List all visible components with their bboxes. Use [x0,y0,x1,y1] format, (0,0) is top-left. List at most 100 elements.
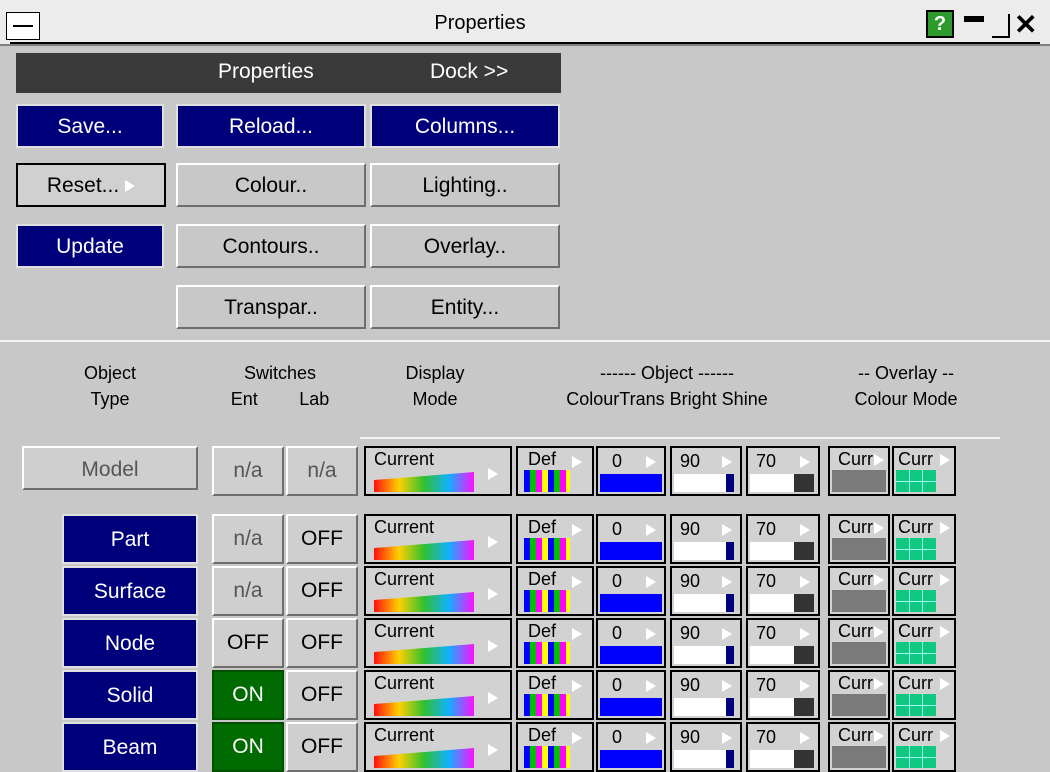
columns-button[interactable]: Columns... [370,104,560,148]
reset-button[interactable]: Reset... [16,163,166,207]
type-node-button[interactable]: Node [62,618,198,668]
object-colour-control[interactable]: Def [516,514,594,564]
dropdown-arrow-icon [488,536,498,548]
display-mode-control[interactable]: Current [364,514,512,564]
minimize-icon[interactable] [962,12,986,38]
lab-switch[interactable]: OFF [286,566,358,616]
section-divider [0,340,1050,342]
dropdown-arrow-icon [722,628,732,640]
type-solid-button[interactable]: Solid [62,670,198,720]
transparency-control[interactable]: 0 [596,446,666,496]
brightness-control[interactable]: 90 [670,722,742,772]
ent-switch[interactable]: ON [212,670,284,720]
dropdown-arrow-icon [800,732,810,744]
switches-subheader: Ent Lab [210,386,350,412]
dropdown-arrow-icon [940,730,950,742]
overlay-colour-label: Curr [838,517,873,537]
brightness-control[interactable]: 90 [670,446,742,496]
overlay-mode-control[interactable]: Curr [892,514,956,564]
overlay-colour-control[interactable]: Curr [828,446,890,496]
overlay-colour-swatch [832,470,886,492]
update-button[interactable]: Update [16,224,164,268]
reload-button[interactable]: Reload... [176,104,366,148]
shine-control[interactable]: 70 [746,446,820,496]
brightness-control[interactable]: 90 [670,670,742,720]
lab-switch[interactable]: OFF [286,722,358,772]
lab-switch[interactable]: OFF [286,618,358,668]
colour-gradient-icon [374,472,474,492]
brightness-control[interactable]: 90 [670,514,742,564]
colour-gradient-icon [374,696,474,716]
colour-stripes-icon [524,470,570,492]
dropdown-arrow-icon [488,692,498,704]
transparency-control[interactable]: 0 [596,618,666,668]
display-mode-control[interactable]: Current [364,670,512,720]
type-part-button[interactable]: Part [62,514,198,564]
overlay-mode-control[interactable]: Curr [892,618,956,668]
ent-switch[interactable]: n/a [212,566,284,616]
type-surface-button[interactable]: Surface [62,566,198,616]
object-colour-control[interactable]: Def [516,446,594,496]
object-colour-control[interactable]: Def [516,670,594,720]
brightness-control[interactable]: 90 [670,566,742,616]
ent-switch[interactable]: n/a [212,514,284,564]
overlay-mode-control[interactable]: Curr [892,722,956,772]
type-model-button[interactable]: Model [22,446,198,490]
help-button[interactable]: ? [926,10,954,38]
overlay-mode-control[interactable]: Curr [892,670,956,720]
display-mode-label: Current [374,517,435,537]
maximize-icon[interactable] [988,12,1010,38]
lab-switch[interactable]: n/a [286,446,358,496]
object-colour-control[interactable]: Def [516,618,594,668]
shine-marker [794,646,814,664]
lab-switch[interactable]: OFF [286,670,358,720]
transparency-button[interactable]: Transpar.. [176,285,366,329]
entity-button[interactable]: Entity... [370,285,560,329]
object-colour-control[interactable]: Def [516,566,594,616]
overlay-mode-grid-icon [896,470,936,492]
transparency-control[interactable]: 0 [596,514,666,564]
object-colour-control[interactable]: Def [516,722,594,772]
shine-value: 70 [756,675,777,695]
overlay-colour-control[interactable]: Curr [828,618,890,668]
reset-label: Reset... [46,174,120,197]
close-icon[interactable]: ✕ [1014,10,1044,40]
overlay-colour-control[interactable]: Curr [828,566,890,616]
shine-control[interactable]: 70 [746,514,820,564]
display-mode-control[interactable]: Current [364,618,512,668]
lab-switch[interactable]: OFF [286,514,358,564]
contours-button[interactable]: Contours.. [176,224,366,268]
overlay-mode-control[interactable]: Curr [892,446,956,496]
dropdown-arrow-icon [800,456,810,468]
dropdown-arrow-icon [940,626,950,638]
overlay-colour-control[interactable]: Curr [828,722,890,772]
shine-control[interactable]: 70 [746,618,820,668]
overlay-mode-control[interactable]: Curr [892,566,956,616]
submenu-arrow-icon [125,180,136,193]
ent-switch[interactable]: n/a [212,446,284,496]
transparency-control[interactable]: 0 [596,722,666,772]
transparency-control[interactable]: 0 [596,566,666,616]
overlay-button[interactable]: Overlay.. [370,224,560,268]
colour-button[interactable]: Colour.. [176,163,366,207]
dock-button[interactable]: Dock >> [430,60,550,84]
save-button[interactable]: Save... [16,104,164,148]
ent-switch[interactable]: ON [212,722,284,772]
object-colour-label: Def [528,621,557,641]
shine-control[interactable]: 70 [746,670,820,720]
type-beam-button[interactable]: Beam [62,722,198,772]
transparency-value: 0 [612,727,623,747]
shine-control[interactable]: 70 [746,566,820,616]
overlay-mode-label: Curr [898,621,933,641]
lighting-button[interactable]: Lighting.. [370,163,560,207]
display-mode-control[interactable]: Current [364,446,512,496]
overlay-colour-control[interactable]: Curr [828,514,890,564]
transparency-control[interactable]: 0 [596,670,666,720]
display-mode-control[interactable]: Current [364,722,512,772]
transparency-bar [600,698,662,716]
display-mode-control[interactable]: Current [364,566,512,616]
shine-control[interactable]: 70 [746,722,820,772]
brightness-control[interactable]: 90 [670,618,742,668]
overlay-colour-control[interactable]: Curr [828,670,890,720]
ent-switch[interactable]: OFF [212,618,284,668]
